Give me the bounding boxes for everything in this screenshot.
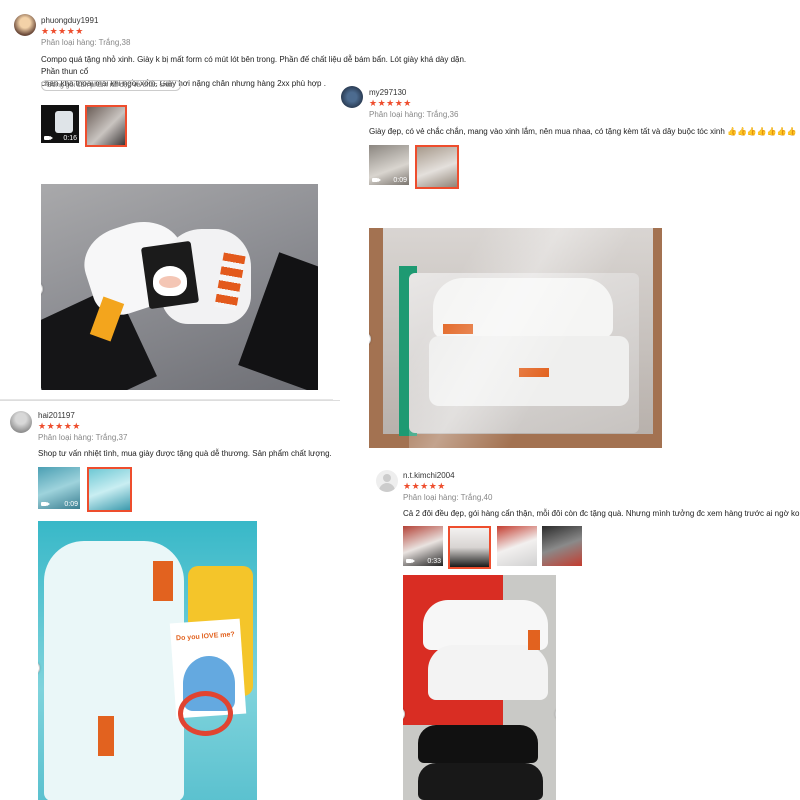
product-variant: Phân loại hàng: Trắng,40 [403,493,493,502]
carousel-prev-button[interactable]: ‹ [369,332,371,346]
star-rating: ★★★★★ [403,481,446,491]
review-comment-line: Compo quá tặng nhỏ xinh. Giày k bị mất f… [41,55,467,76]
video-thumbnail[interactable]: 0:09 [369,145,409,185]
thumbs-up-icon: 👍👍👍👍👍👍👍 [727,127,797,136]
video-camera-icon [406,559,415,563]
carousel-prev-button[interactable]: ‹ [41,282,43,296]
review-comment: Cả 2 đôi đều đẹp, gói hàng cẩn thận, mỗi… [403,509,800,518]
photo-thumbnail-selected[interactable] [415,145,459,189]
username[interactable]: n.t.kimchi2004 [403,471,455,480]
user-avatar[interactable] [341,86,363,108]
review-photo[interactable]: ‹ › [403,575,556,800]
review-comment: Shop tư vấn nhiệt tình, mua giày được tặ… [38,449,332,458]
review-photo[interactable]: Do you lOVE me? ‹ [38,521,257,800]
video-duration: 0:16 [63,135,77,142]
user-avatar[interactable] [14,14,36,36]
username[interactable]: hai201197 [38,411,75,420]
product-variant: Phân loại hàng: Trắng,38 [41,38,131,47]
star-rating: ★★★★★ [369,98,412,108]
review-card-3: hai201197 ★★★★★ Phân loại hàng: Trắng,37… [0,400,340,800]
review-card-4: n.t.kimchi2004 ★★★★★ Phân loại hàng: Trắ… [370,460,800,800]
photo-thumbnail[interactable] [497,526,537,566]
star-rating: ★★★★★ [38,421,81,431]
video-thumbnail[interactable]: 0:16 [41,105,79,143]
video-duration: 0:09 [393,177,407,184]
product-variant: Phân loại hàng: Trắng,36 [369,110,459,119]
carousel-next-button[interactable]: › [555,707,556,721]
username[interactable]: phuongduy1991 [41,16,98,25]
photo-thumbnail[interactable] [542,526,582,566]
photo-thumbnail-selected[interactable] [87,467,132,512]
video-camera-icon [372,178,381,182]
review-tag: Đóng gói sản phẩm rất đẹp và chắc chắn [41,80,181,91]
review-comment-text: Giày đẹp, có vẻ chắc chắn, mang vào xinh… [369,127,725,136]
video-camera-icon [41,502,50,506]
video-thumbnail[interactable]: 0:33 [403,526,443,566]
review-card-2: my297130 ★★★★★ Phân loại hàng: Trắng,36 … [333,80,800,460]
photo-thumbnail-selected[interactable] [85,105,127,147]
username[interactable]: my297130 [369,88,406,97]
product-variant: Phân loại hàng: Trắng,37 [38,433,128,442]
video-thumbnail[interactable]: 0:09 [38,467,80,509]
photo-thumbnail-selected[interactable] [448,526,491,569]
review-photo[interactable]: ‹ [41,184,318,390]
user-avatar[interactable] [10,411,32,433]
user-avatar[interactable] [376,470,398,492]
star-rating: ★★★★★ [41,26,84,36]
carousel-prev-button[interactable]: ‹ [38,661,40,675]
video-duration: 0:33 [427,558,441,565]
review-photo[interactable]: ‹ [369,228,662,448]
video-duration: 0:09 [64,501,78,508]
review-comment: Giày đẹp, có vẻ chắc chắn, mang vào xinh… [369,126,799,138]
video-camera-icon [44,136,53,140]
